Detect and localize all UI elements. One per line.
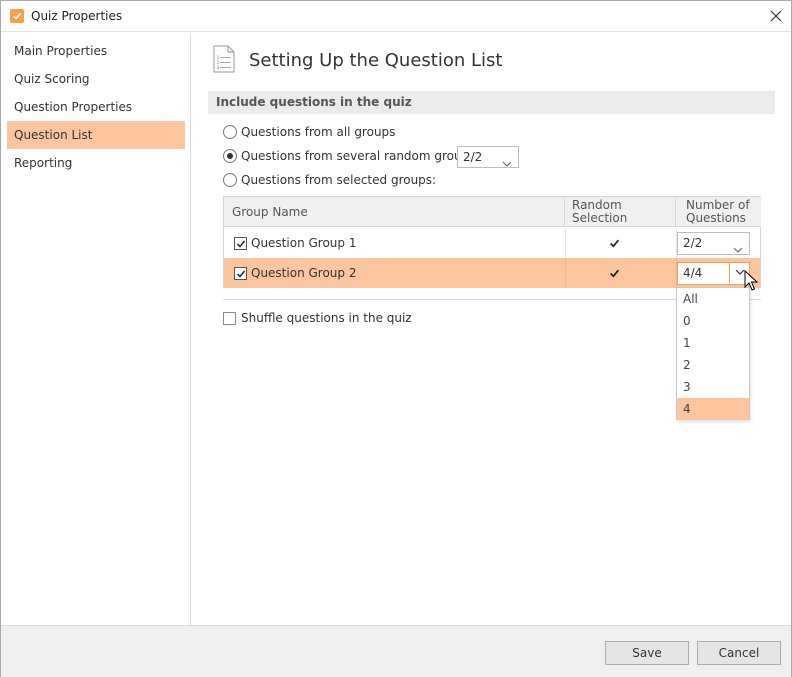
svg-text:3: 3 [217,65,220,71]
page-title: Setting Up the Question List [249,50,503,71]
quiz-properties-window: Quiz Properties Main Properties Quiz Sco… [0,0,792,677]
cancel-button[interactable]: Cancel [697,641,781,665]
number-of-questions-combo[interactable]: 2/2 [677,232,750,255]
question-groups-table: Group Name Random Selection Number of Qu… [223,196,761,288]
dropdown-option[interactable]: 3 [677,376,749,398]
numbered-list-document-icon: 1 2 3 [213,45,235,73]
radio-button[interactable] [223,173,237,187]
chevron-down-icon[interactable] [502,153,512,173]
dropdown-option[interactable]: All [677,288,749,310]
radio-button[interactable] [223,125,237,139]
close-icon[interactable] [767,7,785,25]
combo-value: 2/2 [683,236,703,250]
app-check-icon [10,9,24,23]
sidebar-item-quiz-scoring[interactable]: Quiz Scoring [7,65,185,93]
random-selection-checkbox[interactable] [608,237,621,250]
group-name-cell: Question Group 2 [251,266,357,280]
radio-button-checked[interactable] [223,149,237,163]
shuffle-checkbox[interactable] [223,312,236,325]
radio-label: Questions from selected groups: [241,173,437,187]
mouse-cursor-icon [744,269,760,292]
random-selection-checkbox[interactable] [608,267,621,280]
column-header-random-selection[interactable]: Random Selection [565,197,676,227]
chevron-down-icon[interactable] [733,239,743,259]
dropdown-option[interactable]: 2 [677,354,749,376]
sidebar: Main Properties Quiz Scoring Question Pr… [1,33,191,625]
number-of-questions-combo-open[interactable]: 4/4 [677,262,750,285]
table-row[interactable]: Question Group 1 2/2 [224,228,760,258]
save-button[interactable]: Save [605,641,689,665]
include-group-checkbox[interactable] [234,267,247,280]
header-line: Selection [572,211,628,225]
sidebar-item-question-list[interactable]: Question List [7,121,185,149]
section-header: Include questions in the quiz [208,91,775,114]
column-header-number-of-questions[interactable]: Number of Questions [676,197,761,227]
group-name-cell: Question Group 1 [251,236,357,250]
table-row-selected[interactable]: Question Group 2 4/4 [224,258,760,288]
include-group-checkbox[interactable] [234,237,247,250]
dialog-footer: Save Cancel [1,625,791,677]
dropdown-option[interactable]: 0 [677,310,749,332]
header-line: Questions [686,211,746,225]
shuffle-label: Shuffle questions in the quiz [241,311,412,325]
combo-value: 4/4 [683,266,703,280]
number-of-questions-dropdown: All 0 1 2 3 4 [676,287,750,420]
radio-label: Questions from several random groups: [241,149,480,163]
title-bar: Quiz Properties [1,1,791,32]
sidebar-item-question-properties[interactable]: Question Properties [7,93,185,121]
column-header-group-name[interactable]: Group Name [224,197,565,227]
random-groups-combo[interactable]: 2/2 [457,146,519,168]
dropdown-option-selected[interactable]: 4 [677,398,749,420]
dropdown-option[interactable]: 1 [677,332,749,354]
sidebar-item-reporting[interactable]: Reporting [7,149,185,177]
combo-value: 2/2 [463,150,483,164]
radio-label: Questions from all groups [241,125,396,139]
window-title: Quiz Properties [31,9,123,23]
sidebar-item-main-properties[interactable]: Main Properties [7,37,185,65]
